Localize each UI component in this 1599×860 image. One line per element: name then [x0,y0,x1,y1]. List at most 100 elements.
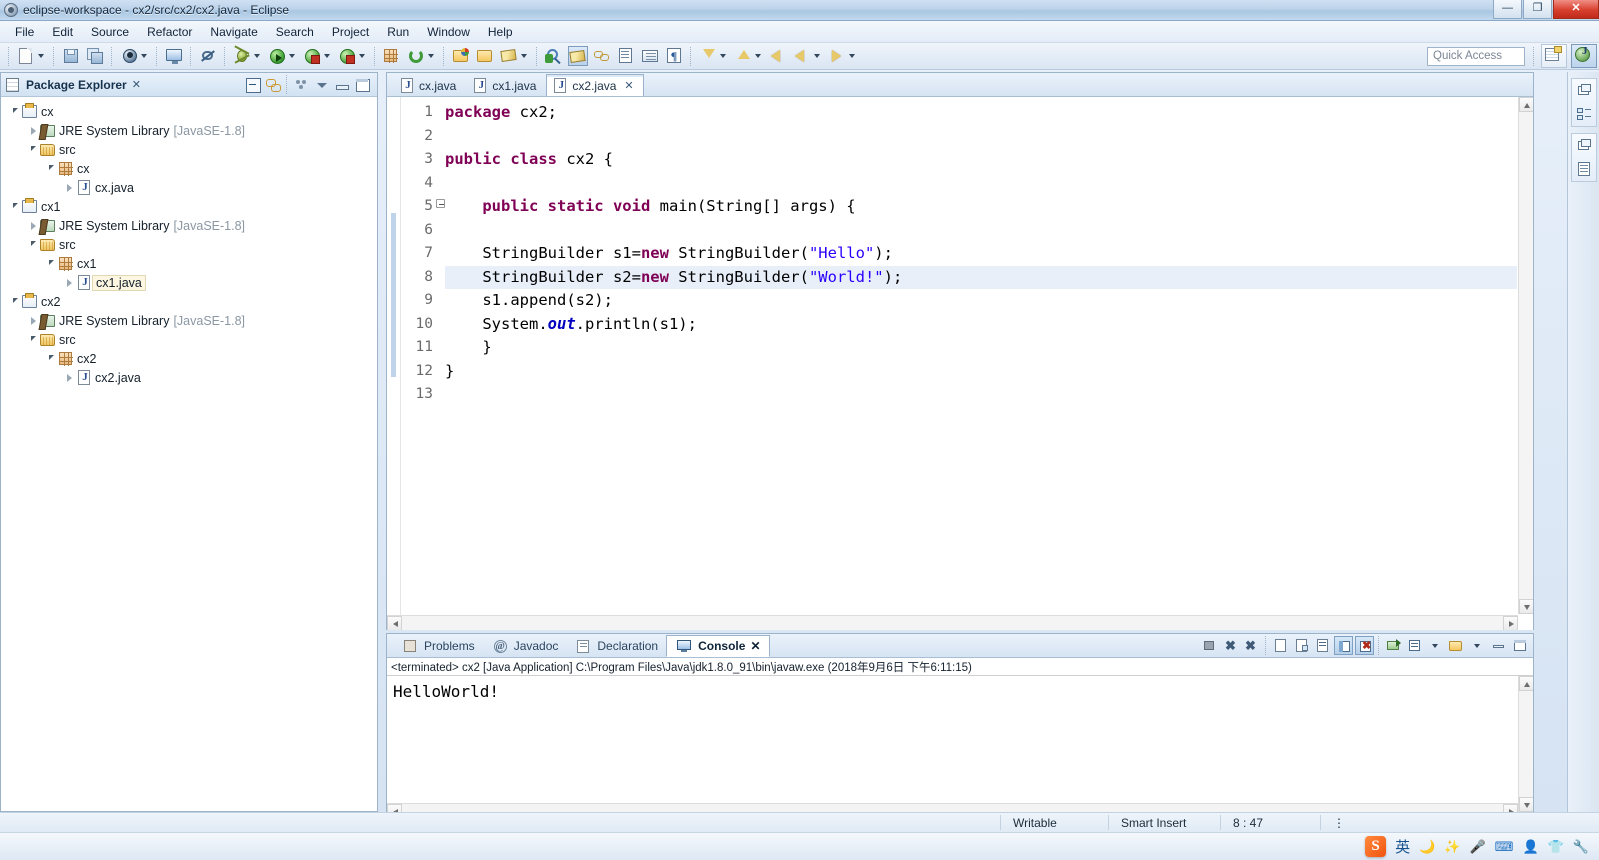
new-console-view-icon[interactable] [1447,636,1466,655]
close-button[interactable]: ✕ [1553,0,1599,19]
tree-item-src[interactable]: src [1,330,377,349]
link-button[interactable] [590,44,614,68]
back-button[interactable] [766,44,790,68]
skip-breakpoints-button[interactable] [196,44,220,68]
restore-icon[interactable] [1575,82,1593,100]
tree-item-cx[interactable]: cx [1,102,377,121]
view-menu-icon[interactable] [293,76,310,93]
expand-arrow-icon[interactable] [27,222,39,230]
microphone-icon[interactable]: 🎤 [1469,839,1485,855]
scroll-right-icon[interactable] [1503,616,1518,630]
console-tab-declaration[interactable]: Declaration [566,635,666,657]
chevron-down-icon[interactable] [814,54,820,58]
code-line[interactable] [445,383,1517,407]
collapse-arrow-icon[interactable] [9,299,21,304]
chevron-down-icon[interactable] [359,54,365,58]
scroll-down-icon[interactable] [1519,599,1533,614]
run-coverage-button[interactable] [300,44,335,68]
code-line[interactable]: } [445,360,1517,384]
editor-horizontal-scrollbar[interactable] [387,615,1518,630]
tree-item-jre-system-library[interactable]: JRE System Library [JavaSE-1.8] [1,121,377,140]
menu-search[interactable]: Search [267,23,323,41]
tree-item-jre-system-library[interactable]: JRE System Library [JavaSE-1.8] [1,216,377,235]
moon-icon[interactable]: 🌙 [1419,839,1435,855]
pilcrow-button[interactable]: ¶ [662,44,686,68]
maximize-button[interactable]: ❐ [1523,0,1552,19]
tree-item-cx[interactable]: cx [1,159,377,178]
tree-item-cx1[interactable]: cx1 [1,254,377,273]
clear-console-icon[interactable] [1271,636,1290,655]
open-perspective-button-right[interactable] [1541,44,1567,68]
open-type-button[interactable] [162,44,186,68]
chevron-down-icon[interactable] [755,54,761,58]
scroll-left-icon[interactable] [387,616,402,630]
tools-icon[interactable]: 🔧 [1573,839,1589,855]
console-vertical-scrollbar[interactable] [1518,676,1533,812]
editor-tab-cx2-java[interactable]: cx2.java ✕ [546,74,644,96]
menu-help[interactable]: Help [479,23,522,41]
link-with-editor-icon[interactable] [264,76,281,93]
menu-source[interactable]: Source [82,23,138,41]
code-line[interactable]: StringBuilder s2=new StringBuilder("Worl… [445,265,1517,289]
menu-window[interactable]: Window [418,23,479,41]
save-all-button[interactable] [83,44,107,68]
debug-button[interactable] [230,44,265,68]
collapse-arrow-icon[interactable] [9,204,21,209]
collapse-all-icon[interactable] [244,76,261,93]
show-whitespace-button[interactable] [638,44,662,68]
chevron-down-icon[interactable] [720,54,726,58]
expand-arrow-icon[interactable] [63,184,75,192]
expand-arrow-icon[interactable] [27,317,39,325]
sparkle-icon[interactable]: ✨ [1444,839,1460,855]
minimize-button[interactable]: — [1493,0,1522,19]
editor-tab-cx-java[interactable]: cx.java [393,74,466,96]
fold-marker-icon[interactable] [436,199,445,208]
code-line[interactable]: package cx2; [445,101,1517,125]
new-wizard-button[interactable] [14,44,49,68]
remove-launch-icon[interactable]: ✖ [1221,636,1240,655]
new-package-button[interactable] [380,44,404,68]
chevron-down-icon[interactable] [521,54,527,58]
chevron-down-icon[interactable] [38,54,44,58]
status-resize-grip[interactable]: ⋮ [1320,815,1360,830]
collapse-arrow-icon[interactable] [45,261,57,266]
code-line[interactable] [445,219,1517,243]
chevron-down-icon[interactable] [849,54,855,58]
code-line[interactable]: } [445,336,1517,360]
chevron-down-icon[interactable] [289,54,295,58]
restore-icon[interactable] [1575,137,1593,155]
quick-access-input[interactable]: Quick Access [1427,46,1525,66]
scroll-right-icon[interactable] [1503,804,1518,812]
chevron-down-icon[interactable] [428,54,434,58]
tree-item-cx-java[interactable]: cx.java [1,178,377,197]
menu-refactor[interactable]: Refactor [138,23,201,41]
terminate-icon[interactable] [1200,636,1219,655]
outline-icon[interactable] [1575,160,1593,178]
tree-item-src[interactable]: src [1,140,377,159]
code-line[interactable]: StringBuilder s1=new StringBuilder("Hell… [445,242,1517,266]
tree-item-cx1-java[interactable]: cx1.java [1,273,377,292]
console-tab-javadoc[interactable]: @ Javadoc [483,635,567,657]
tree-item-cx2[interactable]: cx2 [1,349,377,368]
code-line[interactable]: public static void main(String[] args) { [445,195,1517,219]
project-tree[interactable]: cxJRE System Library[JavaSE-1.8]srccxcx.… [1,97,377,387]
collapse-arrow-icon[interactable] [9,109,21,114]
code-line[interactable]: s1.append(s2); [445,289,1517,313]
pencil-button[interactable] [497,44,532,68]
pin-console-icon[interactable]: ✖ [1355,636,1374,655]
next-edit-button[interactable] [731,44,766,68]
chevron-down-icon[interactable] [1426,636,1445,655]
refresh-button[interactable] [404,44,439,68]
tree-item-src[interactable]: src [1,235,377,254]
code-line[interactable] [445,125,1517,149]
collapse-arrow-icon[interactable] [45,166,57,171]
editor-tab-cx1-java[interactable]: cx1.java [466,74,546,96]
maximize-icon[interactable] [1510,636,1529,655]
chevron-down-icon[interactable] [141,54,147,58]
forward2-button[interactable] [825,44,860,68]
console-tab-problems[interactable]: Problems [393,635,483,657]
sogou-logo-icon[interactable]: S [1365,836,1387,857]
tree-item-cx2-java[interactable]: cx2.java [1,368,377,387]
chevron-down-icon[interactable] [324,54,330,58]
run-button[interactable] [265,44,300,68]
